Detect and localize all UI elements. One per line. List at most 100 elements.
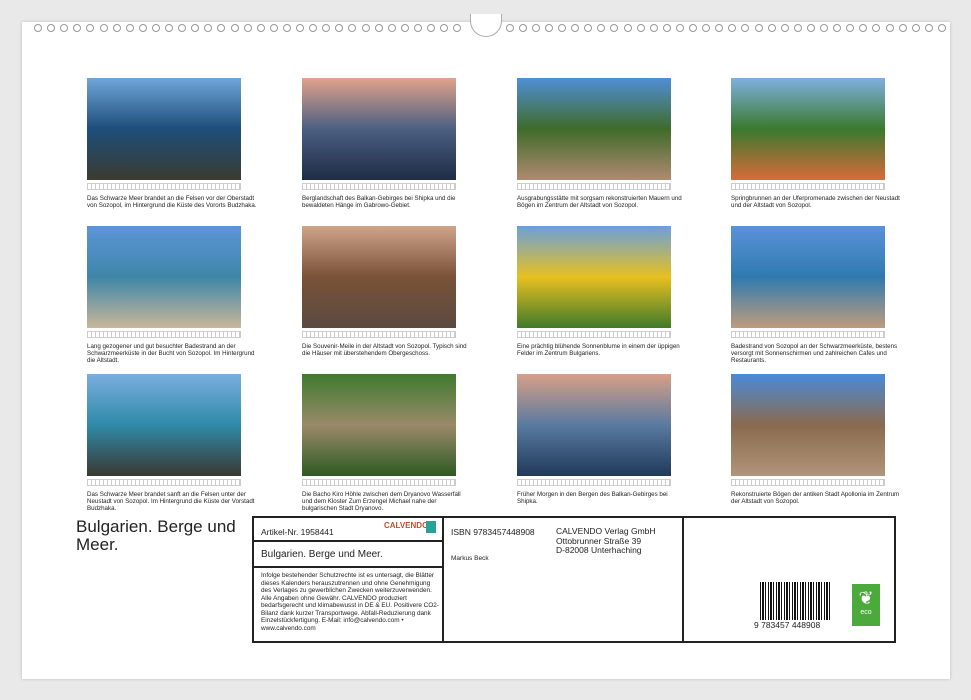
ring-hole xyxy=(414,24,422,32)
info-right: 9 783457 448908 ❦eco xyxy=(684,518,894,641)
photo-caption: Badestrand von Sozopol an der Schwarzmee… xyxy=(731,343,901,364)
photo-caption: Springbrunnen an der Uferpromenade zwisc… xyxy=(731,195,901,209)
mini-calendar-strip xyxy=(517,183,671,190)
info-left: Artikel-Nr. 1958441 CALVENDO Bulgarien. … xyxy=(254,518,444,641)
mini-calendar-strip xyxy=(517,479,671,486)
isbn: ISBN 9783457448908 xyxy=(451,527,535,537)
logo-icon xyxy=(426,521,436,533)
ring-hole xyxy=(886,24,894,32)
product-title: Bulgarien. Berge und Meer. xyxy=(261,549,383,560)
photo-caption: Eine prächtig blühende Sonnenblume in ei… xyxy=(517,343,687,357)
photo xyxy=(87,374,241,476)
photo-caption: Berglandschaft des Balkan-Gebirges bei S… xyxy=(302,195,472,209)
info-box: Artikel-Nr. 1958441 CALVENDO Bulgarien. … xyxy=(252,516,896,643)
legal-text: Infolge bestehender Schutzrechte ist es … xyxy=(261,572,441,632)
photo xyxy=(517,374,671,476)
ring-hole xyxy=(637,24,645,32)
photo-caption: Früher Morgen in den Bergen des Balkan-G… xyxy=(517,491,687,505)
ring-hole xyxy=(270,24,278,32)
ring-hole xyxy=(925,24,933,32)
ring-hole xyxy=(558,24,566,32)
photo xyxy=(87,78,241,180)
photo-caption: Das Schwarze Meer brandet an die Felsen … xyxy=(87,195,257,209)
ring-hole xyxy=(781,24,789,32)
photo-caption: Rekonstruierte Bögen der antiken Stadt A… xyxy=(731,491,901,505)
photo-caption: Die Bacho Kiro Höhle zwischen dem Dryano… xyxy=(302,491,472,512)
ring-hole xyxy=(401,24,409,32)
ring-hole xyxy=(519,24,527,32)
month-thumbnail: Das Schwarze Meer brandet an die Felsen … xyxy=(87,78,241,209)
photo xyxy=(731,226,885,328)
ring-hole xyxy=(231,24,239,32)
publisher-city: D-82008 Unterhaching xyxy=(556,546,656,556)
month-thumbnail: Früher Morgen in den Bergen des Balkan-G… xyxy=(517,374,671,505)
month-thumbnail: Das Schwarze Meer brandet sanft an die F… xyxy=(87,374,241,512)
mini-calendar-strip xyxy=(87,183,241,190)
mini-calendar-strip xyxy=(302,479,456,486)
month-thumbnail: Springbrunnen an der Uferpromenade zwisc… xyxy=(731,78,885,209)
mini-calendar-strip xyxy=(517,331,671,338)
ring-hole xyxy=(624,24,632,32)
article-number: Artikel-Nr. 1958441 xyxy=(261,527,334,537)
photo-caption: Lang gezogener und gut besuchter Badestr… xyxy=(87,343,257,364)
ring-hole xyxy=(100,24,108,32)
ring-hole xyxy=(689,24,697,32)
month-thumbnail: Die Souvenir-Meile in der Altstadt von S… xyxy=(302,226,456,357)
ring-hole xyxy=(296,24,304,32)
ring-hole xyxy=(807,24,815,32)
ring-hole xyxy=(899,24,907,32)
calvendo-logo: CALVENDO xyxy=(384,521,428,530)
photo xyxy=(302,78,456,180)
ring-hole xyxy=(506,24,514,32)
month-thumbnail: Eine prächtig blühende Sonnenblume in ei… xyxy=(517,226,671,357)
ring-hole xyxy=(545,24,553,32)
ring-hole xyxy=(257,24,265,32)
ring-hole xyxy=(283,24,291,32)
leaf-icon: ❦ xyxy=(852,588,880,609)
photo xyxy=(87,226,241,328)
ring-hole xyxy=(676,24,684,32)
ring-hole xyxy=(820,24,828,32)
ring-hole xyxy=(663,24,671,32)
ring-hole xyxy=(650,24,658,32)
ring-hole xyxy=(388,24,396,32)
ring-hole xyxy=(126,24,134,32)
calendar-title: Bulgarien. Berge und Meer. xyxy=(76,518,246,554)
publisher-address: CALVENDO Verlag GmbH Ottobrunner Straße … xyxy=(556,527,656,556)
photo xyxy=(302,374,456,476)
mini-calendar-strip xyxy=(87,331,241,338)
eco-logo: ❦eco xyxy=(852,584,880,626)
ring-hole xyxy=(427,24,435,32)
month-thumbnail: Ausgrabungsstätte mit sorgsam rekonstrui… xyxy=(517,78,671,209)
ring-hole xyxy=(768,24,776,32)
month-thumbnail: Berglandschaft des Balkan-Gebirges bei S… xyxy=(302,78,456,209)
photo xyxy=(731,78,885,180)
ring-hole xyxy=(794,24,802,32)
mini-calendar-strip xyxy=(302,331,456,338)
ring-hole xyxy=(375,24,383,32)
info-middle: ISBN 9783457448908 Markus Beck CALVENDO … xyxy=(444,518,684,641)
month-thumbnail: Badestrand von Sozopol an der Schwarzmee… xyxy=(731,226,885,364)
ring-hole xyxy=(139,24,147,32)
photo xyxy=(731,374,885,476)
divider xyxy=(254,540,442,542)
month-thumbnail: Rekonstruierte Bögen der antiken Stadt A… xyxy=(731,374,885,505)
month-thumbnail: Die Bacho Kiro Höhle zwischen dem Dryano… xyxy=(302,374,456,512)
ring-hole xyxy=(34,24,42,32)
ring-hole xyxy=(912,24,920,32)
ring-hole xyxy=(152,24,160,32)
photo-caption: Die Souvenir-Meile in der Altstadt von S… xyxy=(302,343,472,357)
eco-label: eco xyxy=(852,609,880,616)
mini-calendar-strip xyxy=(731,331,885,338)
barcode-number: 9 783457 448908 xyxy=(754,620,820,630)
ring-hole xyxy=(244,24,252,32)
barcode xyxy=(760,582,832,620)
photo-caption: Das Schwarze Meer brandet sanft an die F… xyxy=(87,491,257,512)
ring-hole xyxy=(362,24,370,32)
ring-hole xyxy=(165,24,173,32)
photo-caption: Ausgrabungsstätte mit sorgsam rekonstrui… xyxy=(517,195,687,209)
mini-calendar-strip xyxy=(731,479,885,486)
photo xyxy=(302,226,456,328)
mini-calendar-strip xyxy=(302,183,456,190)
ring-hole xyxy=(938,24,946,32)
